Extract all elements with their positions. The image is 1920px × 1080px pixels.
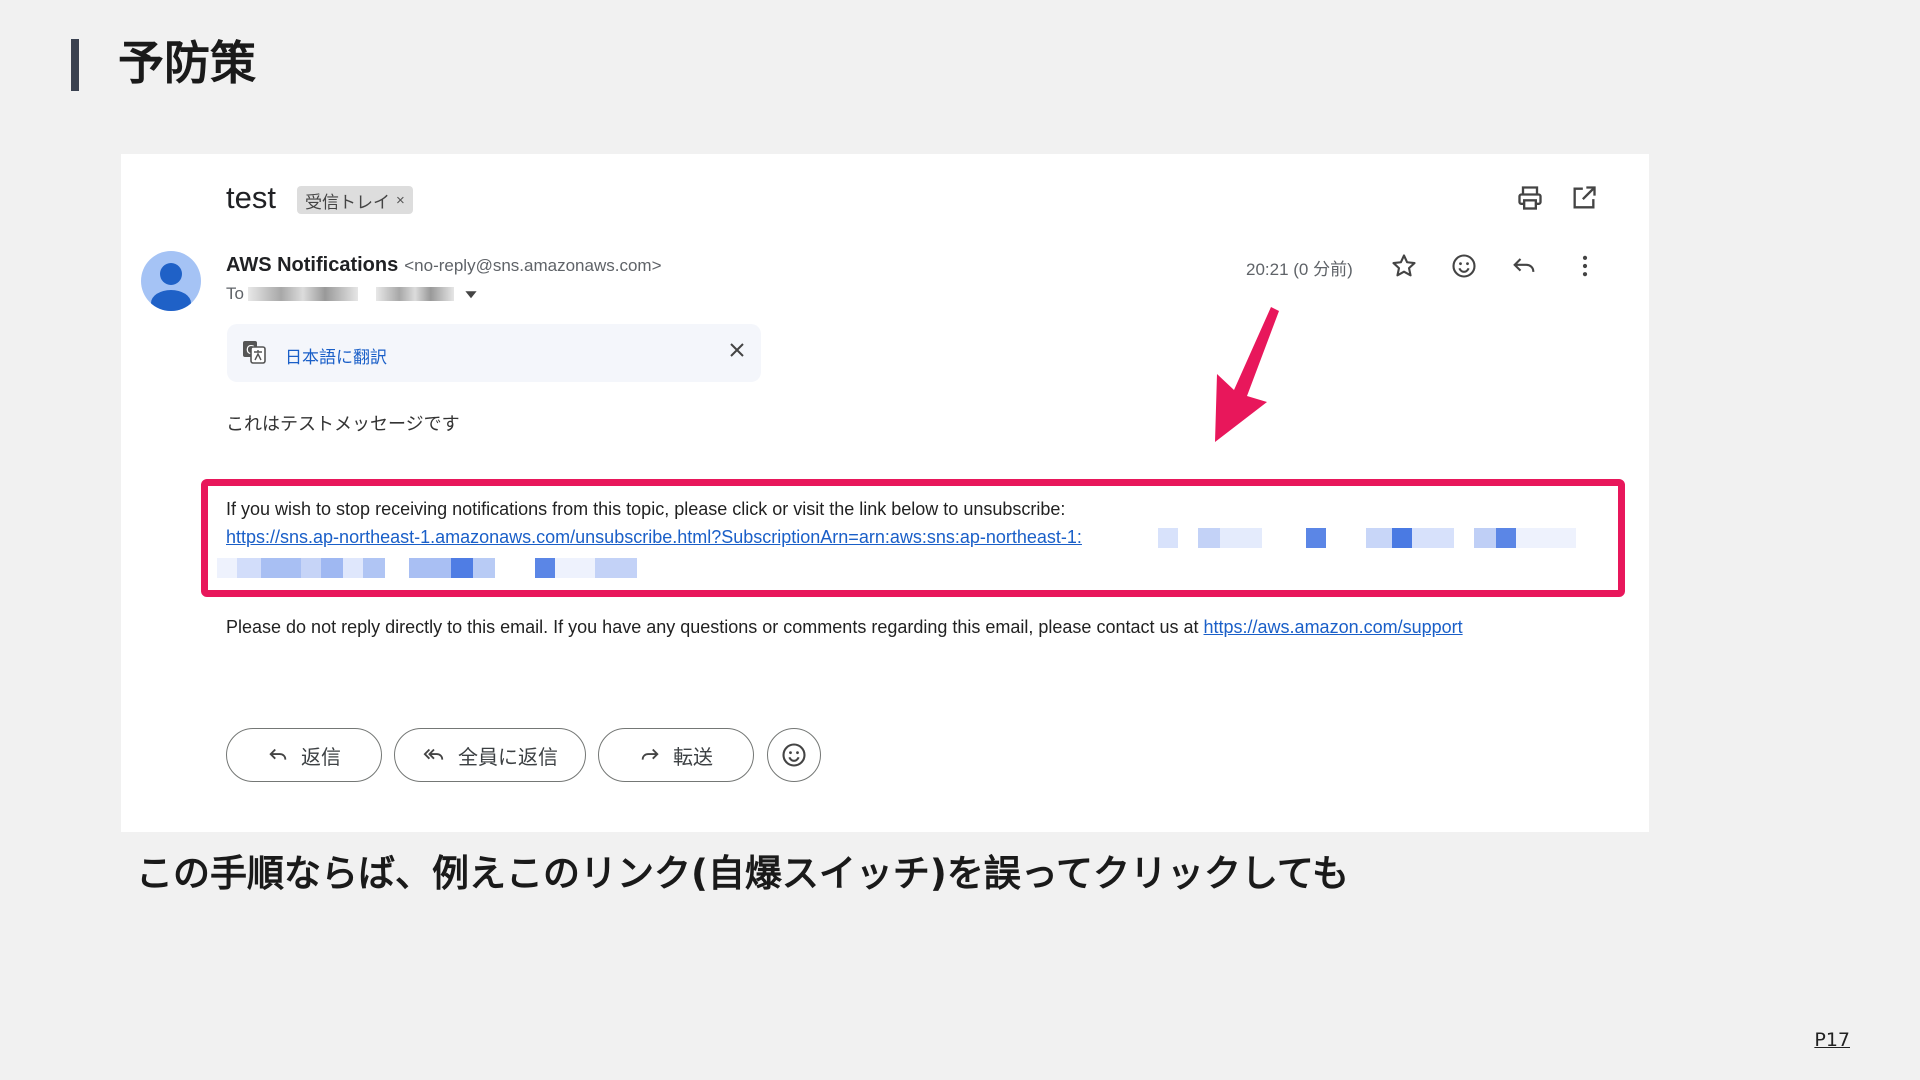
reply-icon[interactable]: [1510, 252, 1538, 280]
translate-icon: G: [243, 341, 266, 364]
page-number[interactable]: P17: [1814, 1029, 1850, 1051]
reply-all-icon: [423, 748, 444, 760]
translate-bar: G 日本語に翻訳: [227, 324, 761, 382]
forward-button[interactable]: 転送: [598, 728, 754, 782]
sender: AWS Notifications <no-reply@sns.amazonaws…: [226, 254, 662, 277]
emoji-icon[interactable]: [1450, 252, 1478, 280]
label-chip-text: 受信トレイ: [305, 192, 390, 212]
email-body: これはテストメッセージです: [226, 414, 460, 434]
label-remove-button[interactable]: ×: [396, 192, 405, 209]
print-icon[interactable]: [1516, 184, 1544, 212]
forward-icon: [641, 748, 659, 760]
sender-name: AWS Notifications: [226, 254, 399, 276]
footer-message: Please do not reply directly to this ema…: [226, 617, 1204, 637]
redacted-link-part: [217, 558, 637, 578]
email-subject: test: [226, 180, 276, 215]
to-prefix: To: [226, 284, 244, 303]
redacted-recipient: [247, 287, 358, 301]
reply-icon: [269, 748, 287, 760]
slide-caption: この手順ならば、例えこのリンク(自爆スイッチ)を誤ってクリックしても: [136, 852, 1350, 895]
more-vert-icon[interactable]: [1571, 252, 1599, 280]
sender-email: <no-reply@sns.amazonaws.com>: [404, 256, 662, 275]
forward-label: 転送: [673, 744, 713, 769]
support-link[interactable]: https://aws.amazon.com/support: [1204, 617, 1463, 637]
emoji-react-button[interactable]: [767, 728, 821, 782]
redacted-link-part: [1158, 528, 1576, 548]
label-chip: 受信トレイ ×: [297, 186, 413, 214]
footer-text: Please do not reply directly to this ema…: [226, 617, 1463, 638]
reply-all-label: 全員に返信: [458, 744, 558, 769]
recipient-line: To: [226, 284, 478, 304]
avatar: [141, 251, 201, 311]
arrow-pointer: [1215, 307, 1279, 442]
open-in-new-window-icon[interactable]: [1570, 184, 1598, 212]
redacted-recipient: [375, 287, 454, 301]
unsubscribe-text: If you wish to stop receiving notificati…: [226, 499, 1066, 519]
star-icon[interactable]: [1390, 252, 1418, 280]
reply-label: 返信: [301, 744, 341, 769]
reply-all-button[interactable]: 全員に返信: [394, 728, 586, 782]
emoji-icon: [782, 743, 806, 767]
timestamp: 20:21 (0 分前): [1246, 260, 1353, 279]
slide-title-bar: [71, 39, 79, 91]
chevron-down-icon[interactable]: [464, 287, 478, 301]
email-screenshot: test 受信トレイ × AWS Notifications <no-reply@…: [121, 154, 1649, 832]
close-icon[interactable]: [725, 338, 749, 362]
reply-button[interactable]: 返信: [226, 728, 382, 782]
translate-link[interactable]: 日本語に翻訳: [285, 343, 387, 368]
slide-title: 予防策: [118, 36, 256, 90]
unsubscribe-link[interactable]: https://sns.ap-northeast-1.amazonaws.com…: [226, 527, 1082, 548]
avatar-icon: [151, 263, 191, 311]
